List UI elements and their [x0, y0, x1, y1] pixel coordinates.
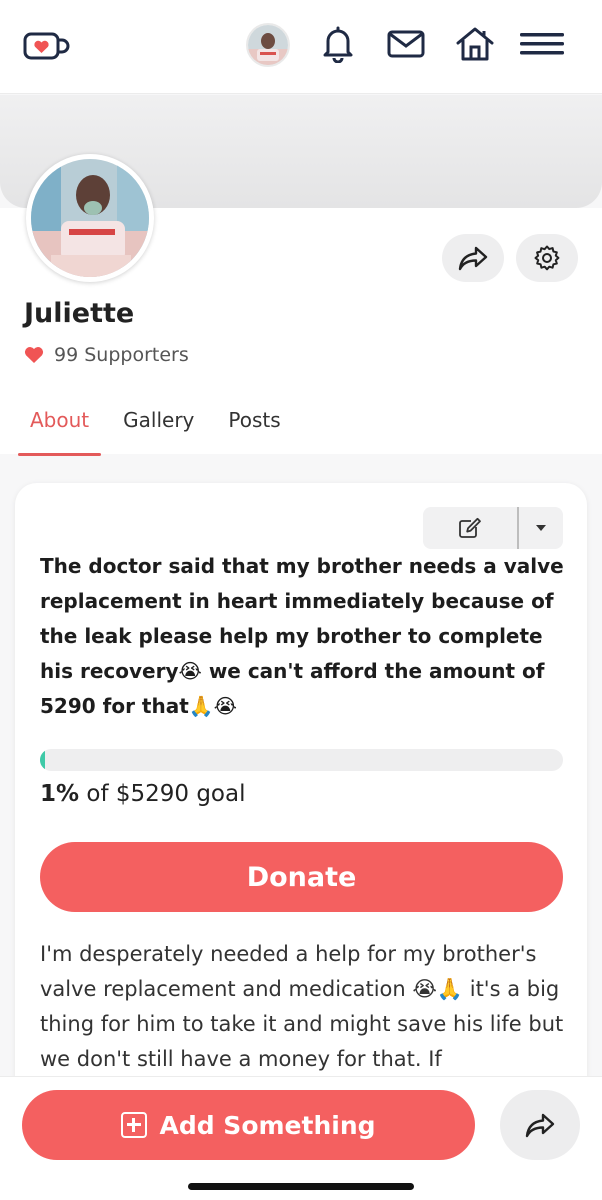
user-avatar[interactable]	[246, 23, 290, 67]
goal-amount-label: of $5290 goal	[86, 781, 246, 807]
goal-progress-bar	[40, 749, 563, 771]
supporters-label: 99 Supporters	[54, 344, 189, 366]
goal-progress-fill	[40, 749, 46, 771]
profile-avatar[interactable]	[26, 154, 154, 282]
tab-posts[interactable]: Posts	[228, 404, 280, 456]
goal-percent: 1%	[40, 781, 80, 807]
goal-text: 1% of $5290 goal	[40, 781, 246, 807]
hamburger-menu-icon[interactable]	[520, 24, 564, 64]
goal-card: The doctor said that my brother needs a …	[15, 483, 587, 1123]
tab-gallery[interactable]: Gallery	[123, 404, 194, 456]
edit-button-group	[423, 507, 563, 549]
gear-icon	[534, 245, 560, 271]
tab-about[interactable]: About	[17, 404, 102, 456]
goal-headline: The doctor said that my brother needs a …	[40, 554, 564, 718]
profile-tabs: About Gallery Posts	[17, 404, 315, 456]
goal-description: I'm desperately needed a help for my bro…	[40, 942, 564, 1071]
kofi-logo-icon[interactable]	[22, 30, 70, 64]
home-indicator	[188, 1183, 414, 1190]
profile-name: Juliette	[24, 298, 135, 329]
bottom-action-bar: Add Something	[0, 1076, 602, 1200]
edit-options-dropdown[interactable]	[519, 507, 563, 549]
mail-icon[interactable]	[386, 24, 426, 64]
add-something-label: Add Something	[159, 1110, 376, 1140]
supporters-count: 99 Supporters	[24, 344, 189, 366]
edit-goal-button[interactable]	[423, 507, 519, 549]
top-nav-bar	[0, 0, 602, 94]
caret-down-icon	[535, 524, 547, 532]
heart-icon	[24, 346, 44, 364]
share-icon	[525, 1112, 555, 1138]
share-button[interactable]	[500, 1090, 580, 1160]
bell-icon[interactable]	[318, 24, 358, 64]
plus-square-icon	[121, 1112, 148, 1138]
donate-button[interactable]: Donate	[40, 842, 563, 912]
share-profile-button[interactable]	[442, 234, 504, 282]
home-icon[interactable]	[455, 24, 495, 64]
settings-button[interactable]	[516, 234, 578, 282]
add-something-button[interactable]: Add Something	[22, 1090, 475, 1160]
edit-pencil-icon	[458, 517, 482, 539]
